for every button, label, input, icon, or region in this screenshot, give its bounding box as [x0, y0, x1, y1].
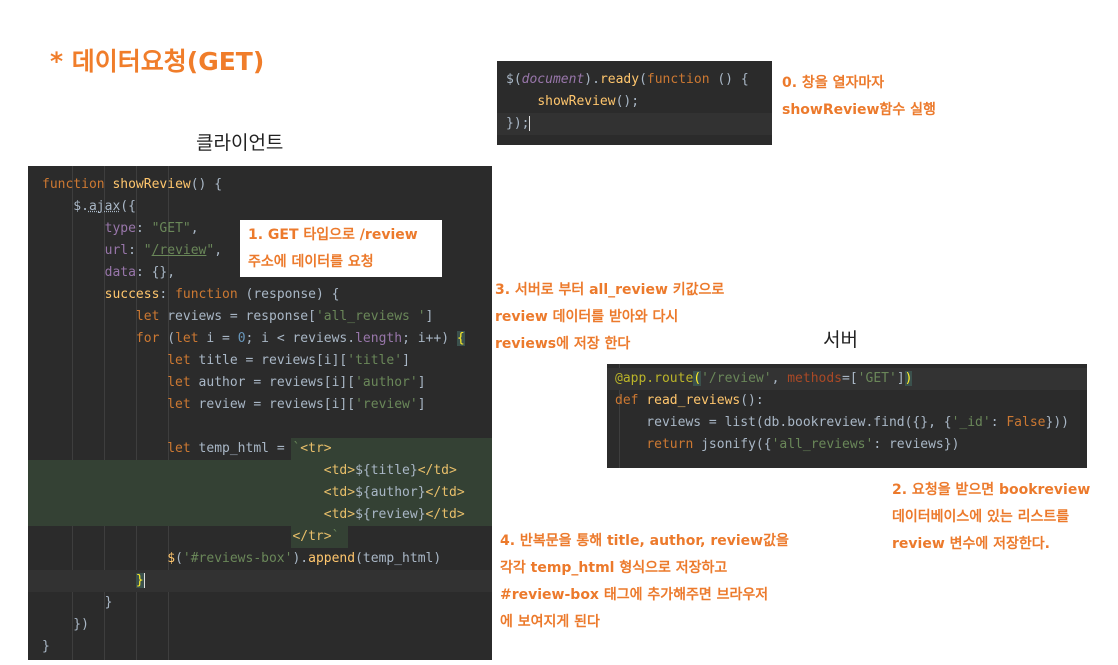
code-line: <td>${author}</td> — [28, 482, 492, 504]
note-line: 3. 서버로 부터 all_review 키값으로 — [495, 282, 725, 298]
note-line: 에 보여지게 된다 — [500, 614, 600, 630]
note-3-receive: 3. 서버로 부터 all_review 키값으로 review 데이터를 받아… — [495, 277, 724, 358]
code-line: } — [28, 570, 492, 592]
server-label: 서버 — [823, 329, 858, 351]
code-line: $(document).ready(function () { — [506, 72, 749, 87]
note-line: 4. 반복문을 통해 title, author, review값을 — [500, 533, 789, 549]
page-title: * 데이터요청(GET) — [50, 47, 265, 76]
code-line: return jsonify({'all_reviews': reviews}) — [646, 437, 960, 452]
code-line: @app.route('/review', methods=['GET']) — [607, 368, 1087, 390]
code-line: let author = reviews[i]['author'] — [167, 375, 426, 390]
code-line: let title = reviews[i]['title'] — [167, 353, 410, 368]
document-ready-code: $(document).ready(function () { showRevi… — [497, 61, 772, 145]
server-code-editor: @app.route('/review', methods=['GET']) d… — [607, 364, 1087, 468]
code-line: success: function (response) { — [104, 287, 340, 302]
code-line: } — [42, 639, 50, 654]
code-line: function showReview() { — [42, 177, 223, 192]
code-line: for (let i = 0; i < reviews.length; i++)… — [135, 331, 465, 346]
note-line: 데이터베이스에 있는 리스트를 — [892, 509, 1070, 525]
note-line: 0. 창을 열자마자 — [782, 75, 885, 91]
note-line: 2. 요청을 받으면 bookreview — [892, 482, 1091, 498]
code-line: <td>${title}</td> — [28, 460, 492, 482]
note-line: showReview함수 실행 — [782, 102, 936, 118]
note-line: review 변수에 저장한다. — [892, 536, 1050, 552]
code-line: $('#reviews-box').append(temp_html) — [167, 551, 442, 566]
code-line: showReview(); — [537, 94, 640, 109]
text-cursor — [143, 573, 145, 588]
code-line: }); — [497, 113, 772, 135]
note-1-request: 1. GET 타입으로 /review 주소에 데이터를 요청 — [240, 220, 442, 277]
note-0-ready: 0. 창을 열자마자 showReview함수 실행 — [782, 70, 936, 124]
code-line: </tr>` — [28, 526, 492, 548]
note-line: #review-box 태그에 추가해주면 브라우저 — [500, 587, 769, 603]
code-line: $.ajax({ — [42, 199, 136, 214]
note-2-server: 2. 요청을 받으면 bookreview 데이터베이스에 있는 리스트를 re… — [892, 477, 1090, 558]
note-line: review 데이터를 받아와 다시 — [495, 309, 679, 325]
code-line: } — [42, 595, 113, 610]
code-line: }) — [42, 617, 89, 632]
note-line: 1. GET 타입으로 /review — [248, 227, 418, 243]
note-line: 각각 temp_html 형식으로 저장하고 — [500, 560, 728, 576]
code-line: let temp_html = `<tr> — [28, 438, 492, 460]
code-line: def read_reviews(): — [615, 393, 764, 408]
note-4-loop: 4. 반복문을 통해 title, author, review값을 각각 te… — [500, 528, 789, 636]
code-line: let review = reviews[i]['review'] — [167, 397, 426, 412]
code-line: reviews = list(db.bookreview.find({}, {'… — [615, 415, 1069, 430]
code-line: <td>${review}</td> — [28, 504, 492, 526]
text-cursor — [529, 116, 531, 131]
client-label: 클라이언트 — [196, 132, 284, 154]
note-line: reviews에 저장 한다 — [495, 336, 631, 352]
note-line: 주소에 데이터를 요청 — [248, 254, 374, 270]
code-line: let reviews = response['all_reviews '] — [135, 309, 434, 324]
